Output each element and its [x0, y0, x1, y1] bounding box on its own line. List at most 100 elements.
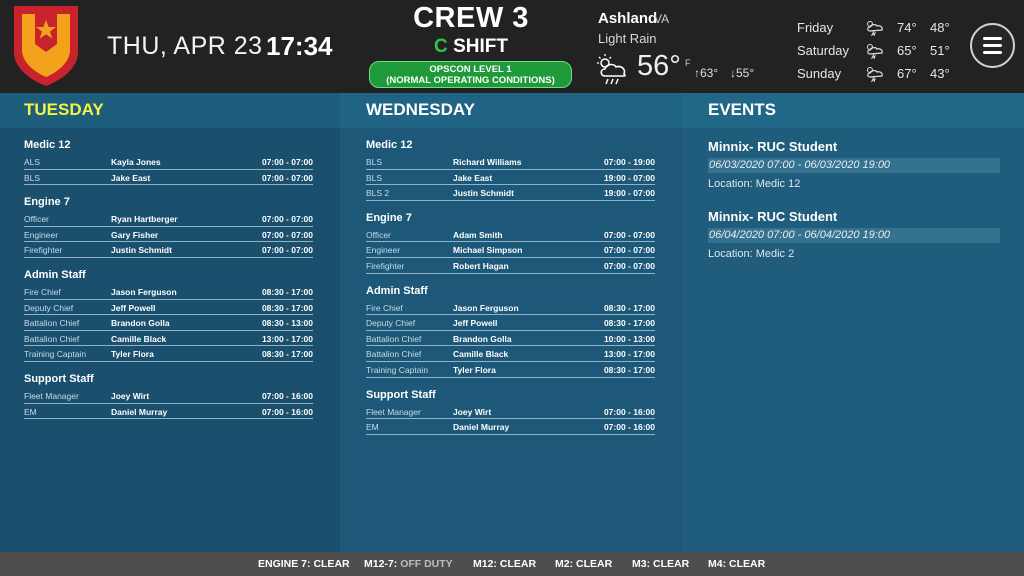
shift-hours: 07:00 - 16:00 — [603, 422, 655, 433]
roster-row: Firefighter Justin Schmidt 07:00 - 07:00 — [24, 242, 313, 258]
unit-status: ENGINE 7: CLEAR — [258, 558, 350, 570]
events-heading: EVENTS — [682, 93, 1024, 128]
opscon-badge: OPSCON LEVEL 1 (NORMAL OPERATING CONDITI… — [369, 61, 572, 88]
role: Engineer — [366, 245, 401, 256]
unit-name: M4: — [708, 558, 727, 570]
shift-hours: 13:00 - 17:00 — [603, 349, 655, 360]
group-title: Medic 12 — [366, 139, 413, 151]
forecast-high: 67° — [897, 66, 917, 81]
unit-status: M3: CLEAR — [632, 558, 689, 570]
group-support-staff: Support Staff Fleet Manager Joey Wirt 07:0… — [366, 389, 655, 435]
unit-state: CLEAR — [576, 558, 613, 570]
group-title: Engine 7 — [24, 196, 70, 209]
shift-hours: 07:00 - 07:00 — [261, 214, 313, 225]
forecast-low: 51° — [930, 43, 950, 58]
shift-hours: 13:00 - 17:00 — [261, 333, 313, 344]
role: Battalion Chief — [366, 333, 422, 344]
shift-word: SHIFT — [453, 36, 508, 57]
staff-name: Jason Ferguson — [453, 302, 519, 313]
unit-state: CLEAR — [729, 558, 766, 570]
roster-row: BLS Jake East 19:00 - 07:00 — [366, 170, 655, 186]
role: Training Captain — [24, 349, 87, 360]
roster-row: BLS Richard Williams 07:00 - 19:00 — [366, 154, 655, 170]
shift-hours: 07:00 - 07:00 — [603, 229, 655, 240]
group-engine-7: Engine 7 Officer Ryan Hartberger 07:00 - 0… — [24, 196, 313, 258]
event-dates: 06/03/2020 07:00 - 06/03/2020 19:00 — [708, 158, 1000, 173]
staff-name: Daniel Murray — [453, 422, 510, 433]
role: Battalion Chief — [366, 349, 422, 360]
staff-name: Adam Smith — [453, 229, 503, 240]
event-location: Location: Medic 2 — [708, 248, 795, 260]
roster-row: Officer Adam Smith 07:00 - 07:00 — [366, 227, 655, 243]
event-item[interactable]: Minnix- RUC Student 06/03/2020 07:00 - 0… — [708, 139, 1000, 190]
hamburger-menu-button[interactable] — [970, 23, 1015, 68]
staff-name: Ryan Hartberger — [111, 214, 178, 225]
shift-hours: 07:00 - 07:00 — [603, 245, 655, 256]
unit-status: M2: CLEAR — [555, 558, 612, 570]
role: Engineer — [24, 229, 59, 240]
shift-hours: 07:00 - 19:00 — [603, 157, 655, 167]
staff-name: Tyler Flora — [453, 364, 496, 375]
group-support-staff: Support Staff Fleet Manager Joey Wirt 07:0… — [24, 373, 313, 420]
role: Firefighter — [24, 245, 63, 256]
roster-row: Deputy Chief Jeff Powell 08:30 - 17:00 — [24, 300, 313, 316]
event-dates: 06/04/2020 07:00 - 06/04/2020 19:00 — [708, 228, 1000, 243]
role: Fire Chief — [366, 302, 403, 313]
group-title: Admin Staff — [366, 284, 428, 297]
staff-name: Brandon Golla — [453, 333, 512, 344]
roster-row: Fire Chief Jason Ferguson 08:30 - 17:00 — [366, 300, 655, 316]
menu-icon-bar — [983, 37, 1002, 40]
role: BLS — [366, 157, 383, 167]
unit-status: M12: CLEAR — [473, 558, 536, 570]
group-title: Engine 7 — [366, 211, 412, 224]
wednesday-column: WEDNESDAY Medic 12 BLS Richard Williams 07… — [340, 93, 682, 552]
role: BLS — [366, 172, 383, 183]
shift-hours: 08:30 - 17:00 — [261, 286, 313, 297]
storm-cloud-icon — [867, 21, 883, 36]
staff-name: Brandon Golla — [111, 318, 170, 329]
opscon-description: (NORMAL OPERATING CONDITIONS) — [386, 75, 555, 86]
forecast-high: 74° — [897, 20, 917, 35]
shift-hours: 10:00 - 13:00 — [603, 333, 655, 344]
shift-hours: 08:30 - 17:00 — [261, 302, 313, 313]
shift-hours: 08:30 - 17:00 — [603, 364, 655, 375]
event-item[interactable]: Minnix- RUC Student 06/04/2020 07:00 - 0… — [708, 209, 1000, 260]
forecast-day-3: Sunday 67° 43° — [797, 66, 957, 88]
today-high-value: 63° — [700, 66, 719, 80]
role: BLS — [24, 172, 41, 183]
staff-name: Jason Ferguson — [111, 286, 177, 297]
storm-cloud-icon — [867, 44, 883, 59]
role: Battalion Chief — [24, 333, 80, 344]
staff-name: Camille Black — [111, 333, 167, 344]
roster-row: Deputy Chief Jeff Powell 08:30 - 17:00 — [366, 315, 655, 331]
group-medic-12: Medic 12 BLS Richard Williams 07:00 - 19:0… — [366, 139, 655, 201]
roster-row: BLS Jake East 07:00 - 07:00 — [24, 170, 313, 186]
staff-name: Justin Schmidt — [111, 245, 172, 256]
menu-icon-bar — [983, 51, 1002, 54]
role: Deputy Chief — [366, 318, 416, 329]
forecast-low: 48° — [930, 20, 950, 35]
role: Deputy Chief — [24, 302, 74, 313]
shift-hours: 08:30 - 17:00 — [603, 302, 655, 313]
storm-cloud-icon — [867, 67, 883, 82]
weather-condition: Light Rain — [598, 31, 657, 46]
unit-status: M4: CLEAR — [708, 558, 765, 570]
forecast-day: Sunday — [797, 66, 842, 81]
staff-name: Michael Simpson — [453, 245, 523, 256]
event-location: Location: Medic 12 — [708, 178, 801, 190]
today-low-value: 55° — [736, 66, 755, 80]
unit-state: CLEAR — [653, 558, 690, 570]
group-engine-7: Engine 7 Officer Adam Smith 07:00 - 07:00 … — [366, 212, 655, 274]
wednesday-heading: WEDNESDAY — [340, 93, 682, 128]
roster-row: Fleet Manager Joey Wirt 07:00 - 16:00 — [366, 404, 655, 420]
menu-icon-bar — [983, 44, 1002, 47]
forecast-day-2: Saturday 65° 51° — [797, 43, 957, 65]
event-title: Minnix- RUC Student — [708, 139, 838, 154]
unit-status: M12-7: OFF DUTY — [364, 558, 453, 570]
roster-row: Battalion Chief Brandon Golla 10:00 - 13:0… — [366, 331, 655, 347]
forecast-high: 65° — [897, 43, 917, 58]
group-title: Support Staff — [366, 388, 436, 401]
role: EM — [366, 422, 379, 433]
role: Officer — [24, 214, 49, 225]
shift-hours: 08:30 - 17:00 — [603, 318, 655, 329]
